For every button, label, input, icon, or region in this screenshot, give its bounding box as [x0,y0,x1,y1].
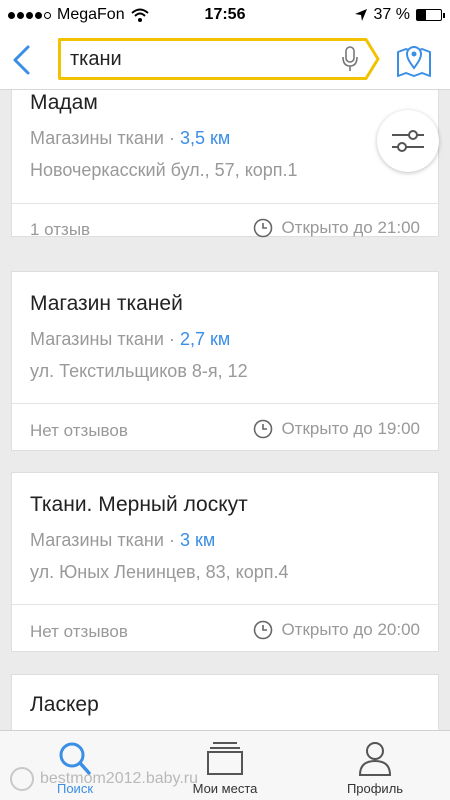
microphone-icon[interactable] [340,46,360,72]
filter-button[interactable] [377,110,439,172]
result-reviews[interactable]: Нет отзывов [30,622,128,642]
places-icon [207,742,243,775]
signal-strength-icon [8,11,51,19]
search-box[interactable] [58,38,380,80]
result-name: Мадам [30,91,98,114]
battery-percent: 37 % [373,6,410,23]
result-address: ул. Юных Ленинцев, 83, корп.4 [30,562,289,582]
result-name: Ласкер [30,693,99,716]
card-divider [12,403,438,404]
watermark-text: bestmom2012.baby.ru [40,770,199,787]
result-hours: Открыто до 21:00 [253,218,420,238]
results-list[interactable]: Мадам Магазины ткани · 3,5 км Новочеркас… [0,90,450,730]
result-reviews[interactable]: Нет отзывов [30,421,128,441]
card-divider [12,203,438,204]
wifi-icon [130,8,149,22]
map-pin-icon [397,46,431,77]
separator-dot: · [168,530,175,550]
location-arrow-icon [354,9,367,21]
result-meta: Магазины ткани · 2,7 км [30,329,230,350]
status-right: 37 % [354,6,445,24]
result-card[interactable]: Ткани. Мерный лоскут Магазины ткани · 3 … [11,472,439,652]
result-hours: Открыто до 19:00 [253,419,420,439]
tab-label: Мои места [192,781,258,796]
result-card[interactable]: Магазин тканей Магазины ткани · 2,7 км у… [11,271,439,451]
clock-time: 17:56 [204,6,246,23]
map-view-button[interactable] [394,40,434,80]
result-category: Магазины ткани [30,128,164,148]
search-header [0,30,450,90]
clock-icon [254,620,273,640]
result-name: Ткани. Мерный лоскут [30,493,248,516]
search-input[interactable] [70,38,330,80]
hours-text: Открыто до 21:00 [281,218,420,237]
watermark-logo-icon [10,767,34,791]
clock-icon [254,218,273,238]
result-meta: Магазины ткани · 3,5 км [30,128,230,149]
hours-text: Открыто до 19:00 [281,419,420,438]
battery-fill [417,10,426,20]
result-category: Магазины ткани [30,329,164,349]
card-divider [12,604,438,605]
watermark: bestmom2012.baby.ru [10,767,198,791]
result-card[interactable]: Мадам Магазины ткани · 3,5 км Новочеркас… [11,90,439,240]
status-bar: MegaFon 17:56 37 % [0,0,450,30]
carrier-name: MegaFon [57,6,125,23]
separator-dot: · [168,128,175,148]
result-card[interactable]: Ласкер [11,674,439,730]
tab-label: Профиль [346,781,404,796]
result-hours: Открыто до 20:00 [253,620,420,640]
result-meta: Магазины ткани · 3 км [30,530,215,551]
profile-icon [358,742,392,776]
tab-profile[interactable]: Профиль [330,731,420,800]
result-address: Новочеркасский бул., 57, корп.1 [30,160,298,180]
result-distance: 3,5 км [179,128,231,148]
result-distance: 3 км [179,530,216,550]
filter-sliders-icon [392,130,424,152]
battery-icon [416,9,445,21]
hours-text: Открыто до 20:00 [281,620,420,639]
result-category: Магазины ткани [30,530,164,550]
chevron-left-icon [13,45,30,75]
result-distance: 2,7 км [179,329,231,349]
result-address: ул. Текстильщиков 8-я, 12 [30,361,248,381]
separator-dot: · [168,329,175,349]
result-reviews[interactable]: 1 отзыв [30,220,90,240]
clock-icon [254,419,273,439]
back-button[interactable] [6,42,36,78]
result-name: Магазин тканей [30,292,183,315]
status-left: MegaFon [8,6,149,24]
